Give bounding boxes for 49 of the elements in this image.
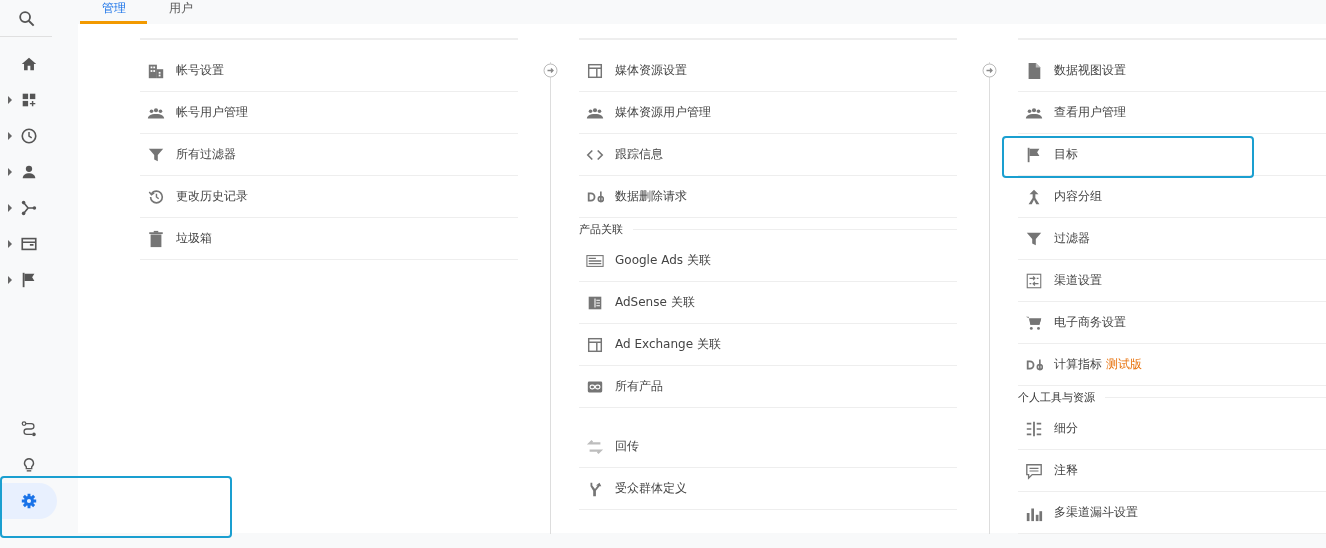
- home-icon: [19, 55, 38, 73]
- menu-item[interactable]: 计算指标 测试版: [1018, 344, 1326, 386]
- comment-icon: [1025, 461, 1043, 480]
- section-heading: 个人工具与资源: [1018, 389, 1095, 405]
- menu-item[interactable]: 注释: [1018, 450, 1326, 492]
- tab[interactable]: 用户: [147, 0, 214, 24]
- menu-item[interactable]: 所有过滤器: [140, 134, 518, 176]
- menu-item[interactable]: 细分: [1018, 408, 1326, 450]
- layout-icon: [586, 61, 604, 80]
- tab[interactable]: 管理: [80, 0, 147, 24]
- route-icon: [19, 420, 38, 438]
- menu-item[interactable]: 电子商务设置: [1018, 302, 1326, 344]
- menu-item[interactable]: 过滤器: [1018, 218, 1326, 260]
- search-icon: [17, 9, 35, 27]
- segments-icon: [1025, 419, 1043, 438]
- menu-item[interactable]: 媒体资源用户管理: [579, 92, 957, 134]
- menu-item[interactable]: 帐号设置: [140, 50, 518, 92]
- layout-icon: [586, 335, 604, 354]
- arrow-circle-icon: [543, 63, 558, 78]
- menu-item[interactable]: 受众群体定义: [579, 468, 957, 510]
- history-icon: [147, 187, 165, 206]
- menu-item[interactable]: 媒体资源设置: [579, 50, 957, 92]
- window-icon: [19, 235, 38, 253]
- menu-item[interactable]: 跟踪信息: [579, 134, 957, 176]
- menu-item[interactable]: 多渠道漏斗设置: [1018, 492, 1326, 534]
- menu-item[interactable]: 垃圾箱: [140, 218, 518, 260]
- menu-item[interactable]: 数据视图设置: [1018, 50, 1326, 92]
- menu-item[interactable]: 更改历史记录: [140, 176, 518, 218]
- trash-icon: [147, 229, 165, 248]
- menu-item[interactable]: Google Ads 关联: [579, 240, 957, 282]
- menu-item[interactable]: 内容分组: [1018, 176, 1326, 218]
- menu-item[interactable]: 帐号用户管理: [140, 92, 518, 134]
- menu-item[interactable]: AdSense 关联: [579, 282, 957, 324]
- menu-item[interactable]: 数据删除请求: [579, 176, 957, 218]
- menu-item[interactable]: 查看用户管理: [1018, 92, 1326, 134]
- menu-item[interactable]: 所有产品: [579, 366, 957, 408]
- branch-icon: [19, 199, 38, 217]
- swap-icon: [586, 437, 604, 456]
- section-heading: 产品关联: [579, 221, 623, 237]
- settings-icon: [19, 492, 38, 510]
- menu-item[interactable]: 目标: [1018, 134, 1326, 176]
- nav-button[interactable]: [0, 483, 57, 519]
- clock-icon: [19, 127, 38, 145]
- menu-item[interactable]: Ad Exchange 关联: [579, 324, 957, 366]
- menu-item[interactable]: 回传: [579, 426, 957, 468]
- beta-label: 测试版: [1106, 356, 1142, 373]
- menu-item[interactable]: 渠道设置: [1018, 260, 1326, 302]
- channel-icon: [1025, 271, 1043, 290]
- arrow-circle-icon: [982, 63, 997, 78]
